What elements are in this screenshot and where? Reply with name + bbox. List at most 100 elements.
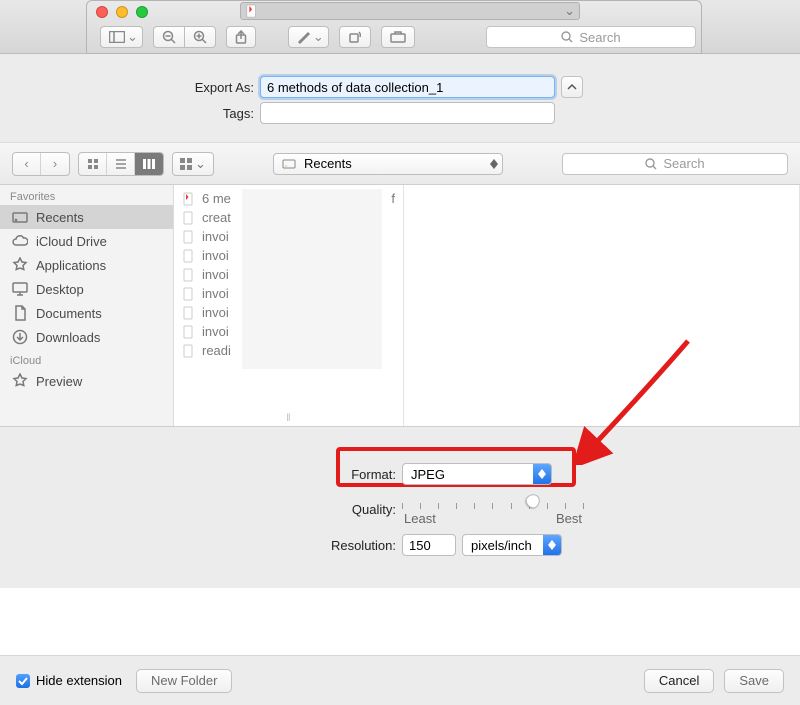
window-controls [96,6,148,18]
zoom-in-button[interactable] [184,26,216,48]
sidebar-item-label: Preview [36,374,82,389]
list-view-button[interactable] [107,153,135,175]
markup-button[interactable]: ⌄ [288,26,329,48]
file-icon [182,211,196,225]
quality-best-label: Best [556,511,582,526]
save-button[interactable]: Save [724,669,784,693]
zoom-out-button[interactable] [153,26,184,48]
location-popup[interactable]: Recents [273,153,503,175]
file-icon [182,287,196,301]
search-icon [645,158,657,170]
sidebar-item-label: Recents [36,210,84,225]
share-button[interactable] [226,26,256,48]
select-stepper-icon [543,535,561,555]
quality-label: Quality: [0,502,402,517]
back-button[interactable]: ‹ [13,153,41,175]
file-name: invoi [202,286,229,301]
sidebar-item-preview[interactable]: Preview [0,369,173,393]
redacted-region [242,189,382,369]
sidebar-item-applications[interactable]: Applications [0,253,173,277]
icon-view-button[interactable] [79,153,107,175]
cloud-icon [12,233,28,249]
file-icon [182,325,196,339]
file-icon [182,268,196,282]
expand-save-panel-button[interactable] [561,76,583,98]
sidebar-item-label: Downloads [36,330,100,345]
chevron-down-icon: ⌄ [564,3,575,19]
documents-icon [12,305,28,321]
file-icon [182,344,196,358]
sidebar-toggle-button[interactable]: ⌄ [100,26,143,48]
checkbox-checked-icon [16,674,30,688]
resolution-unit-value: pixels/inch [471,538,532,553]
sidebar-item-icloud-drive[interactable]: iCloud Drive [0,229,173,253]
nav-back-forward: ‹ › [12,152,70,176]
export-filename-input[interactable] [260,76,555,98]
file-name: invoi [202,305,229,320]
button-label: New Folder [151,673,217,688]
export-options: Format: JPEG Quality: Least Best Resolut… [0,427,800,588]
view-mode-segment [78,152,164,176]
quality-least-label: Least [404,511,436,526]
downloads-icon [12,329,28,345]
search-placeholder: Search [663,156,704,171]
dialog-footer: Hide extension New Folder Cancel Save [0,655,800,705]
sidebar-item-desktop[interactable]: Desktop [0,277,173,301]
export-as-label: Export As: [0,80,260,95]
preview-app-icon [12,373,28,389]
file-name: invoi [202,229,229,244]
hide-extension-label: Hide extension [36,673,122,688]
inspector-button[interactable] [381,26,415,48]
search-placeholder: Search [579,30,620,45]
toolbar-search[interactable]: Search [486,26,696,48]
location-label: Recents [304,156,352,171]
sidebar-item-label: Documents [36,306,102,321]
rotate-button[interactable] [339,26,371,48]
column-resize-handle[interactable]: ‖ [286,413,290,424]
sidebar-item-label: Desktop [36,282,84,297]
hide-extension-checkbox[interactable]: Hide extension [16,673,122,688]
sidebar: Favorites Recents iCloud Drive Applicati… [0,185,174,426]
column-view-button[interactable] [135,153,163,175]
save-header: Export As: Tags: [0,54,800,143]
sidebar-item-label: Applications [36,258,106,273]
file-column-empty [404,185,800,426]
search-icon [561,31,573,43]
file-name: 6 me [202,191,231,206]
sidebar-item-recents[interactable]: Recents [0,205,173,229]
desktop-icon [12,281,28,297]
resolution-input[interactable] [402,534,456,556]
format-label: Format: [0,467,402,482]
forward-button[interactable]: › [41,153,69,175]
format-select[interactable]: JPEG [402,463,552,485]
zoom-window-button[interactable] [136,6,148,18]
quality-slider[interactable]: Least Best [402,493,584,526]
file-name: invoi [202,267,229,282]
cancel-button[interactable]: Cancel [644,669,714,693]
app-toolbar: ⌄ ⌄ ⌄ Search [0,0,800,54]
applications-icon [12,257,28,273]
recents-icon [12,209,28,225]
up-down-chevron-icon [490,159,498,169]
tags-label: Tags: [0,106,260,121]
document-title-bar[interactable]: ⌄ [240,2,580,20]
close-window-button[interactable] [96,6,108,18]
minimize-window-button[interactable] [116,6,128,18]
sidebar-item-downloads[interactable]: Downloads [0,325,173,349]
file-name: invoi [202,324,229,339]
button-label: Save [739,673,769,688]
file-name: readi [202,343,231,358]
resolution-unit-select[interactable]: pixels/inch [462,534,562,556]
group-menu[interactable]: ⌄ [172,152,214,176]
chevron-up-icon [567,82,577,92]
file-browser: Favorites Recents iCloud Drive Applicati… [0,185,800,427]
file-icon [182,230,196,244]
new-folder-button[interactable]: New Folder [136,669,232,693]
file-suffix: f [391,191,395,206]
pdf-icon [245,4,259,18]
resolution-label: Resolution: [0,538,402,553]
tags-input[interactable] [260,102,555,124]
file-name: creat [202,210,231,225]
browser-search[interactable]: Search [562,153,788,175]
sidebar-item-documents[interactable]: Documents [0,301,173,325]
